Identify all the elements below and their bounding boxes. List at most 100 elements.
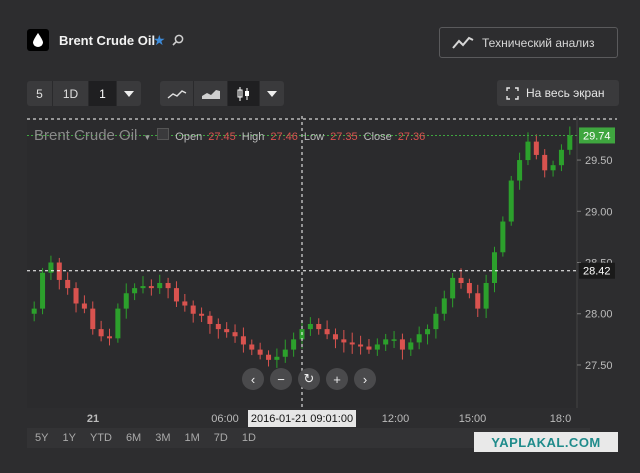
- candle-body: [366, 346, 372, 350]
- candle-body: [81, 303, 87, 309]
- candle-body: [433, 313, 439, 330]
- candle-body: [106, 336, 113, 339]
- close-value: 27.36: [397, 131, 426, 143]
- legend-dropdown-icon[interactable]: ▼: [143, 133, 151, 142]
- candle-body: [65, 279, 71, 289]
- candle-body: [249, 344, 255, 350]
- candle-body: [425, 329, 431, 335]
- high-label: High: [241, 131, 265, 143]
- candle-body: [466, 283, 472, 294]
- scroll-right-button[interactable]: ›: [354, 368, 376, 390]
- candle-body: [173, 288, 179, 302]
- y-tick-label: 28.00: [585, 309, 613, 321]
- interval-selector: 5 1D 1: [27, 81, 141, 106]
- open-label: Open: [175, 131, 203, 143]
- candle-body: [132, 288, 138, 294]
- candle-body: [341, 339, 347, 343]
- candle-body: [282, 349, 288, 357]
- trend-icon: [452, 36, 474, 49]
- technical-analysis-button[interactable]: Технический анализ: [439, 27, 618, 58]
- candle-body: [358, 344, 364, 347]
- candle-chart-button[interactable]: [228, 81, 260, 106]
- range-3m[interactable]: 3M: [155, 432, 170, 444]
- candle-body: [567, 135, 573, 150]
- range-7d[interactable]: 7D: [214, 432, 228, 444]
- reset-button[interactable]: ↻: [298, 368, 320, 390]
- legend-instrument-name[interactable]: Brent Crude Oil: [34, 127, 137, 144]
- candle-body: [266, 354, 272, 360]
- candle-body: [240, 336, 246, 345]
- candle-body: [517, 160, 523, 181]
- low-value: 27.35: [330, 131, 358, 143]
- candle-body: [349, 342, 355, 345]
- zoom-in-button[interactable]: +: [326, 368, 348, 390]
- scroll-left-button[interactable]: ‹: [242, 368, 264, 390]
- candle-body: [525, 141, 531, 161]
- zoom-out-button[interactable]: −: [270, 368, 292, 390]
- interval-1-button[interactable]: 1: [89, 81, 117, 106]
- x-tick-label: 18:0: [550, 413, 571, 425]
- fullscreen-label: На весь экран: [526, 86, 605, 100]
- legend-settings-icon[interactable]: [157, 128, 170, 140]
- candle-body: [274, 356, 280, 360]
- close-label: Close: [363, 131, 392, 143]
- chart-type-selector: [160, 81, 284, 106]
- last-price-text: 29.74: [583, 130, 611, 142]
- candle-body: [182, 301, 188, 306]
- candle-body: [307, 323, 313, 330]
- range-5y[interactable]: 5Y: [35, 432, 48, 444]
- candle-body: [332, 334, 338, 340]
- fullscreen-button[interactable]: На весь экран: [497, 80, 619, 106]
- chart-navigation: ‹ − ↻ + ›: [242, 368, 376, 390]
- range-1y[interactable]: 1Y: [62, 432, 75, 444]
- candle-body: [31, 308, 37, 314]
- technical-analysis-label: Технический анализ: [482, 35, 595, 50]
- candle-body: [508, 180, 514, 222]
- candle-chart-icon: [237, 86, 249, 101]
- watermark: YAPLAKAL.COM: [474, 432, 618, 452]
- chart-type-dropdown-button[interactable]: [260, 81, 284, 106]
- oil-drop-icon: [27, 29, 49, 51]
- candle-body: [491, 252, 498, 284]
- candle-body: [391, 339, 397, 341]
- candle-body: [215, 323, 221, 330]
- ohlc-legend: Brent Crude Oil ▼ Open 27.45 High 27.46 …: [34, 127, 425, 144]
- y-tick-label: 29.00: [585, 206, 613, 218]
- price-chart[interactable]: 29.5029.0028.5028.0027.502106:0009:0012:…: [27, 116, 617, 446]
- candle-body: [199, 313, 205, 316]
- chevron-down-icon: [124, 90, 134, 97]
- search-icon[interactable]: [172, 33, 184, 51]
- crosshair-x-text: 2016-01-21 09:01:00: [251, 413, 353, 425]
- candle-body: [416, 334, 422, 343]
- candle-body: [40, 272, 46, 309]
- favorite-star-icon[interactable]: ★: [153, 32, 166, 49]
- candle-body: [257, 349, 263, 355]
- instrument-title: Brent Crude Oil: [59, 33, 156, 48]
- low-label: Low: [303, 131, 325, 143]
- candle-body: [550, 165, 556, 171]
- y-tick-label: 29.50: [585, 155, 613, 167]
- candle-body: [98, 329, 104, 337]
- interval-1d-button[interactable]: 1D: [53, 81, 89, 106]
- candle-body: [483, 283, 489, 309]
- candle-body: [475, 293, 481, 309]
- line-chart-button[interactable]: [160, 81, 194, 106]
- candle-body: [207, 315, 213, 324]
- candle-body: [148, 286, 154, 289]
- candle-body: [232, 332, 238, 337]
- range-1d[interactable]: 1D: [242, 432, 256, 444]
- candle-body: [165, 283, 171, 289]
- range-1m[interactable]: 1M: [185, 432, 200, 444]
- range-ytd[interactable]: YTD: [90, 432, 112, 444]
- candle-body: [115, 308, 121, 339]
- interval-dropdown-button[interactable]: [117, 81, 141, 106]
- open-value: 27.45: [208, 131, 236, 143]
- range-6m[interactable]: 6M: [126, 432, 141, 444]
- candle-body: [190, 305, 196, 314]
- area-chart-button[interactable]: [194, 81, 228, 106]
- candle-body: [441, 298, 447, 314]
- candle-body: [500, 221, 506, 253]
- candle-body: [316, 323, 322, 330]
- candle-body: [224, 329, 230, 333]
- interval-5-button[interactable]: 5: [27, 81, 53, 106]
